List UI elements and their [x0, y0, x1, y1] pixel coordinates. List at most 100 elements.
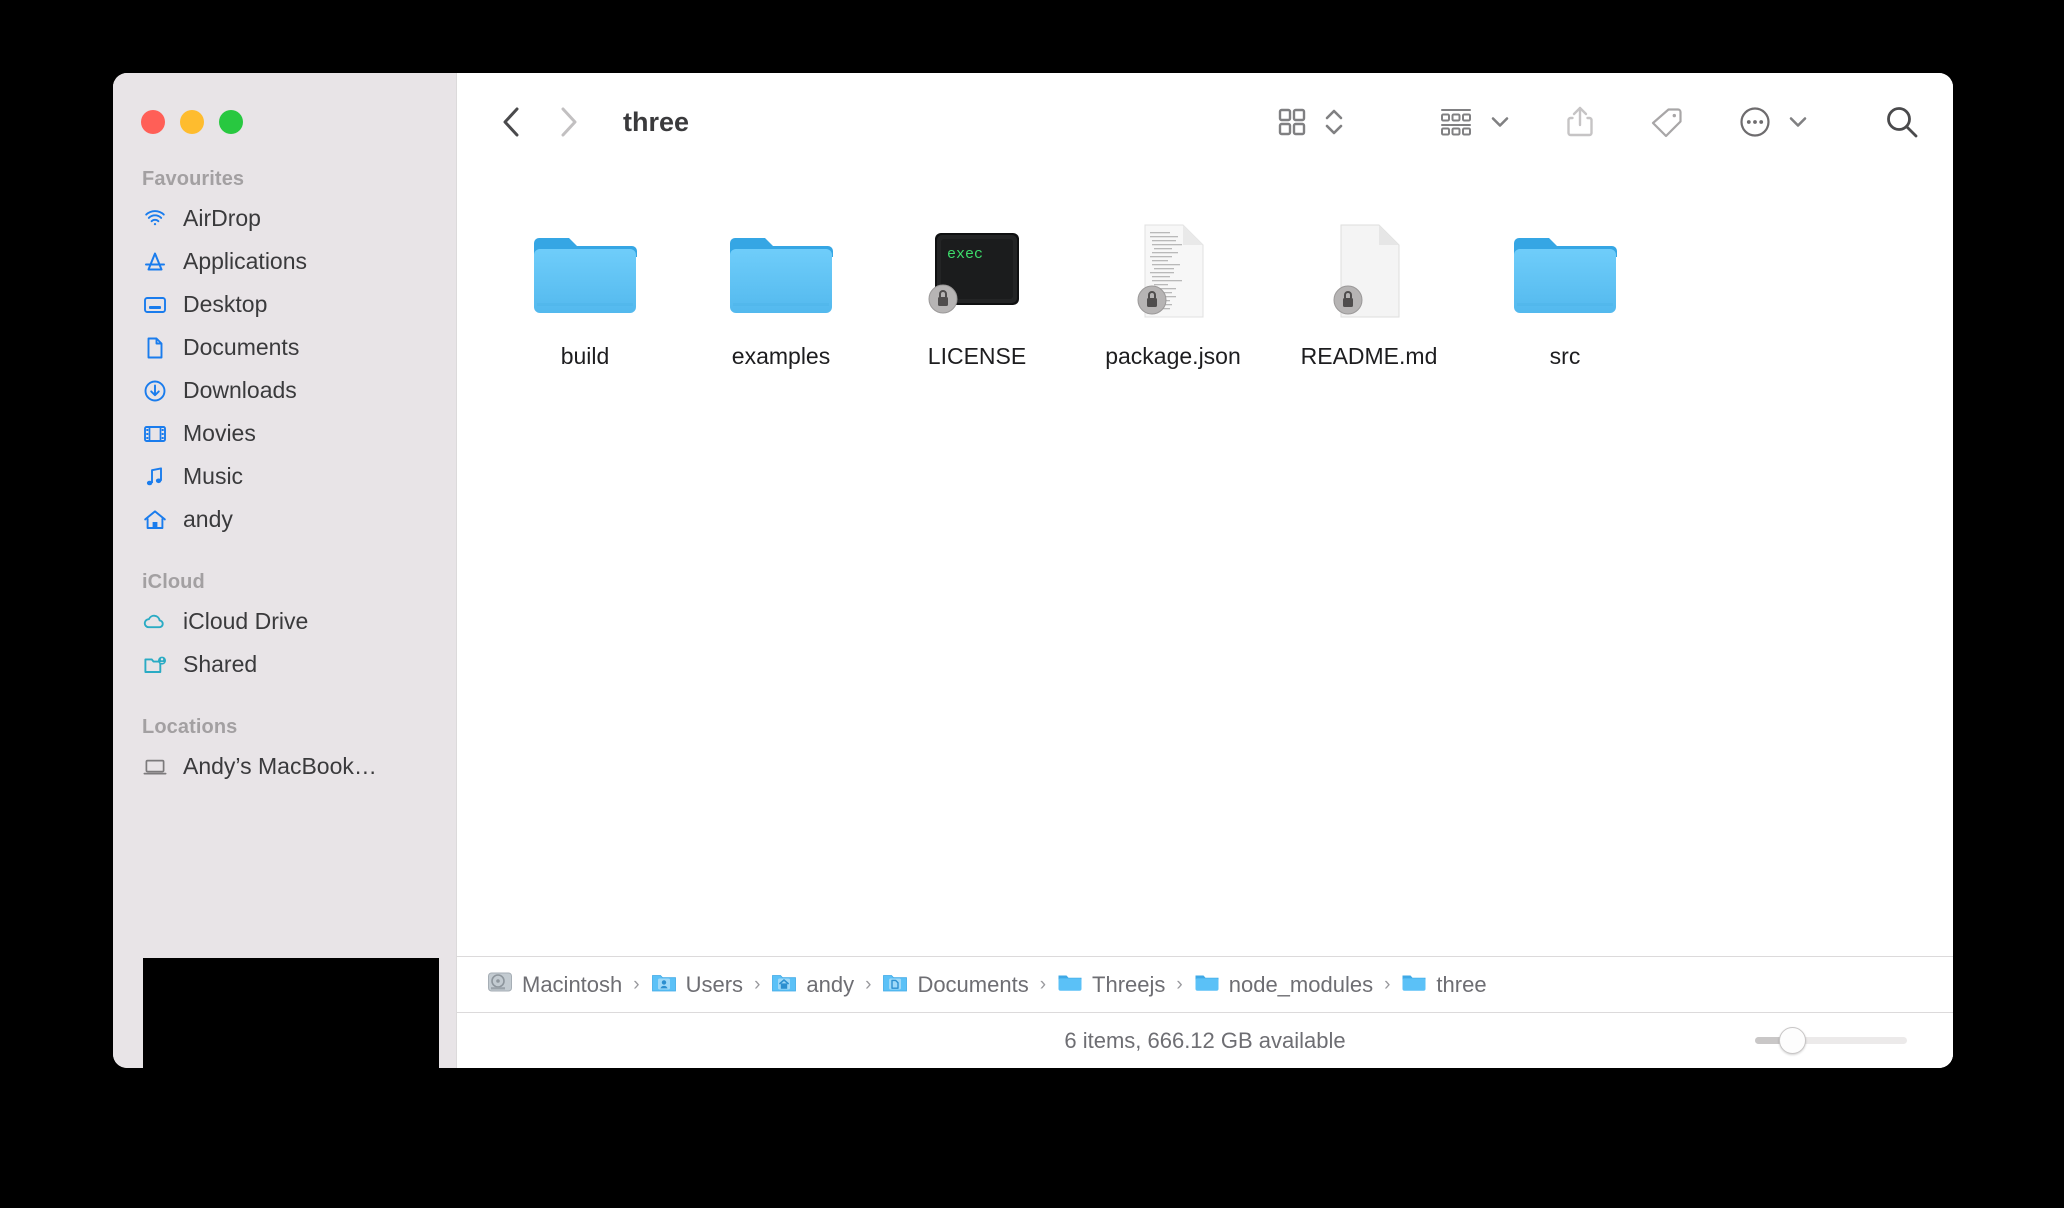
file-label: build — [560, 343, 610, 369]
tags-button[interactable] — [1649, 100, 1685, 144]
home-folder-icon — [771, 971, 797, 999]
applications-icon — [142, 249, 168, 275]
file-item-folder[interactable]: examples — [683, 217, 879, 370]
minimize-button[interactable] — [180, 110, 204, 134]
breadcrumb-item-three[interactable]: three — [1401, 971, 1487, 999]
breadcrumb-label: Users — [685, 971, 744, 997]
airdrop-icon — [142, 206, 168, 232]
breadcrumb-item-threejs[interactable]: Threejs — [1057, 971, 1165, 999]
group-by-button[interactable] — [1437, 100, 1475, 144]
forward-button[interactable] — [555, 100, 581, 144]
search-button[interactable] — [1883, 100, 1921, 144]
status-bar: 6 items, 666.12 GB available — [457, 1012, 1953, 1068]
sidebar-item-label: Downloads — [183, 377, 297, 403]
sidebar-section-icloud: iCloud — [142, 571, 205, 593]
sidebar-item-downloads[interactable]: Downloads — [113, 369, 456, 412]
breadcrumb-separator: › — [754, 973, 761, 995]
sidebar-item-label: Music — [183, 463, 244, 489]
sidebar-item-andy[interactable]: andy — [113, 498, 456, 541]
icon-size-slider[interactable] — [1755, 1027, 1907, 1054]
chevron-down-icon[interactable] — [1489, 100, 1511, 144]
file-item-folder[interactable]: build — [487, 217, 683, 370]
slider-knob[interactable] — [1779, 1027, 1807, 1054]
breadcrumb-separator: › — [1384, 973, 1391, 995]
file-label: package.json — [1105, 343, 1241, 369]
sidebar-item-desktop[interactable]: Desktop — [113, 283, 456, 326]
sidebar: Favourites AirDrop Applications Desktop … — [113, 73, 456, 1068]
folder-icon — [1194, 971, 1220, 999]
finder-window: Favourites AirDrop Applications Desktop … — [113, 73, 1953, 1068]
back-button[interactable] — [499, 100, 525, 144]
more-options-button[interactable] — [1737, 100, 1773, 144]
breadcrumb-separator: › — [1039, 973, 1047, 995]
breadcrumb-label: Threejs — [1092, 971, 1166, 997]
sidebar-item-music[interactable]: Music — [113, 455, 456, 498]
sidebar-section-locations: Locations — [142, 716, 238, 738]
icon-grid: build examples exec LICENSE package.json… — [457, 217, 1953, 370]
sidebar-item-label: Documents — [183, 334, 300, 360]
sidebar-item-icloud-drive[interactable]: iCloud Drive — [113, 600, 456, 643]
breadcrumb-separator: › — [865, 973, 872, 995]
breadcrumb-item-users[interactable]: Users — [651, 971, 743, 999]
status-text: 6 items, 666.12 GB available — [1064, 1027, 1346, 1053]
folder-icon — [527, 217, 643, 321]
breadcrumb-item-documents[interactable]: Documents — [882, 971, 1029, 999]
view-stepper-icon[interactable] — [1323, 100, 1345, 144]
desktop-icon — [142, 292, 168, 318]
sidebar-item-macbook[interactable]: Andy’s MacBook… — [113, 745, 456, 788]
home-icon — [142, 507, 168, 533]
more-chevron-down-icon[interactable] — [1787, 100, 1809, 144]
users-folder-icon — [651, 971, 677, 999]
main-pane: three build examples exec LICENSE packag… — [456, 73, 1953, 1068]
shared-folder-icon — [142, 652, 168, 678]
text-document-icon — [1115, 217, 1231, 321]
traffic-lights — [113, 73, 456, 134]
sidebar-item-label: Desktop — [183, 291, 268, 317]
documents-folder-icon — [882, 971, 908, 999]
downloads-icon — [142, 378, 168, 404]
sidebar-item-shared[interactable]: Shared — [113, 643, 456, 686]
file-label: LICENSE — [927, 343, 1027, 369]
music-icon — [142, 464, 168, 490]
exec-badge-text: exec — [947, 246, 983, 263]
maximize-button[interactable] — [219, 110, 243, 134]
close-button[interactable] — [141, 110, 165, 134]
sidebar-item-label: andy — [183, 506, 233, 532]
breadcrumb-item-andy[interactable]: andy — [771, 971, 854, 999]
file-grid-area[interactable]: build examples exec LICENSE package.json… — [457, 171, 1953, 956]
breadcrumb-separator: › — [1176, 973, 1183, 995]
file-label: examples — [731, 343, 831, 369]
breadcrumb-label: three — [1436, 971, 1487, 997]
sidebar-item-label: iCloud Drive — [183, 608, 309, 634]
sidebar-item-movies[interactable]: Movies — [113, 412, 456, 455]
sidebar-item-documents[interactable]: Documents — [113, 326, 456, 369]
blank-document-icon — [1311, 217, 1427, 321]
folder-icon — [1507, 217, 1623, 321]
share-button[interactable] — [1563, 100, 1597, 144]
folder-icon — [1401, 971, 1427, 999]
breadcrumb-label: node_modules — [1228, 971, 1374, 997]
movies-icon — [142, 421, 168, 447]
laptop-icon — [142, 754, 168, 780]
toolbar: three — [457, 73, 1953, 171]
file-item-executable[interactable]: exec LICENSE — [879, 217, 1075, 370]
sidebar-item-applications[interactable]: Applications — [113, 240, 456, 283]
file-label: README.md — [1300, 343, 1438, 369]
file-item-folder[interactable]: src — [1467, 217, 1663, 370]
breadcrumb-item-node-modules[interactable]: node_modules — [1194, 971, 1373, 999]
icon-view-button[interactable] — [1275, 100, 1309, 144]
breadcrumb-label: Macintosh — [522, 971, 623, 997]
unix-executable-icon: exec — [919, 217, 1035, 321]
breadcrumb-label: andy — [806, 971, 855, 997]
occlusion-overlay — [143, 958, 439, 1068]
sidebar-item-label: Applications — [183, 248, 308, 274]
sidebar-item-airdrop[interactable]: AirDrop — [113, 197, 456, 240]
file-item-document[interactable]: README.md — [1271, 217, 1467, 370]
breadcrumb-label: Documents — [917, 971, 1029, 997]
sidebar-item-label: Movies — [183, 420, 256, 446]
breadcrumb-item-macintosh[interactable]: Macintosh — [487, 971, 622, 999]
cloud-icon — [142, 609, 168, 635]
file-item-document[interactable]: package.json — [1075, 217, 1271, 370]
folder-icon — [723, 217, 839, 321]
breadcrumb: Macintosh › Users › andy › Documents › T… — [457, 956, 1953, 1012]
